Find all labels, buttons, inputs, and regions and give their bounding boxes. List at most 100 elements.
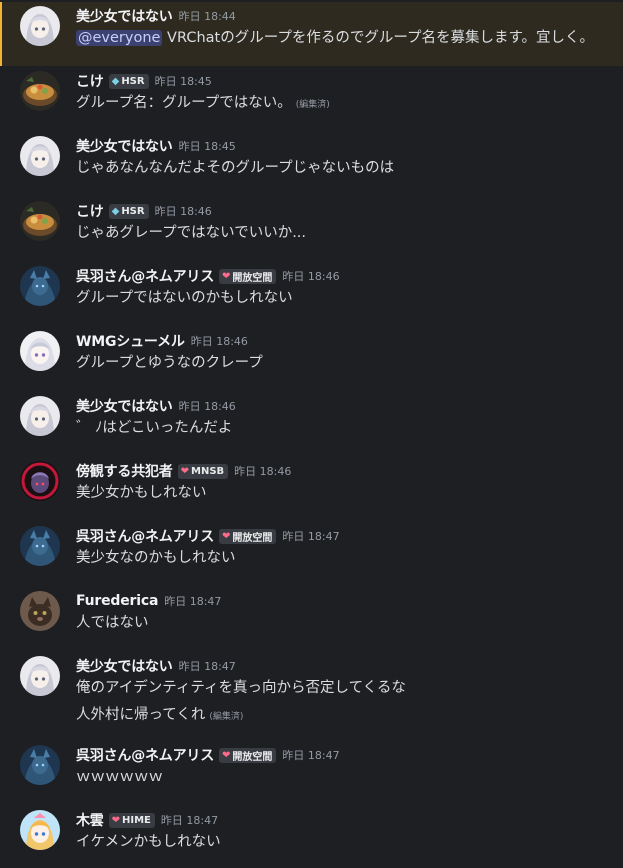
server-tag-badge[interactable]: ❤ 開放空間 [219, 528, 277, 544]
message-header: 美少女ではない 昨日 18:47 [76, 655, 236, 677]
message-text: @everyone VRChatのグループを作るのでグループ名を募集します。宜し… [76, 30, 595, 46]
avatar-food-bowl[interactable] [20, 71, 60, 111]
username[interactable]: 美少女ではない [76, 136, 173, 156]
chat-message-list[interactable]: 美少女ではない 昨日 18:44 @everyone VRChatのグループを作るの… [0, 0, 623, 868]
chat-message[interactable]: 美少女ではない 昨日 18:45 じゃあなんなんだよそのグループじゃないものは [0, 132, 623, 196]
username[interactable]: 木雲 [76, 810, 104, 830]
timestamp[interactable]: 昨日 18:47 [282, 528, 339, 544]
heart-icon: ❤ [111, 814, 120, 826]
avatar-blue-creature[interactable] [20, 745, 60, 785]
server-tag-badge[interactable]: ◆ HSR [108, 203, 149, 219]
username[interactable]: 美少女ではない [76, 396, 173, 416]
message-header: こけ ◆ HSR 昨日 18:45 [76, 70, 212, 92]
avatar-blonde-girl[interactable] [20, 810, 60, 850]
username[interactable]: こけ [76, 201, 104, 221]
timestamp[interactable]: 昨日 18:46 [234, 463, 291, 479]
timestamp[interactable]: 昨日 18:47 [282, 747, 339, 763]
avatar-blue-creature[interactable] [20, 526, 60, 566]
avatar-blue-creature[interactable] [20, 266, 60, 306]
message-text: 人外村に帰ってくれ (編集済) [76, 707, 244, 723]
username[interactable]: こけ [76, 71, 104, 91]
chat-message[interactable]: こけ ◆ HSR 昨日 18:46 じゃあグレープではないでいいか... [0, 197, 623, 261]
edited-label: (編集済) [209, 712, 244, 722]
username[interactable]: 美少女ではない [76, 656, 173, 676]
timestamp[interactable]: 昨日 18:46 [155, 203, 212, 219]
username[interactable]: Furederica [76, 593, 158, 609]
chat-message[interactable]: 傍観する共犯者 ❤ MNSB 昨日 18:46 美少女かもしれない [0, 457, 623, 521]
timestamp[interactable]: 昨日 18:46 [282, 268, 339, 284]
server-tag-label: HSR [121, 205, 145, 217]
message-text: ゛ ﾉはどこいったんだよ [76, 420, 233, 436]
chat-message[interactable]: 呉羽さん@ネムアリス ❤ 開放空間 昨日 18:46 グループではないのかもしれない [0, 262, 623, 326]
avatar-food-bowl[interactable] [20, 201, 60, 241]
avatar-silver-hair-girl[interactable] [20, 6, 60, 46]
message-header: Furederica 昨日 18:47 [76, 590, 221, 612]
heart-icon: ❤ [222, 749, 231, 761]
message-header: 傍観する共犯者 ❤ MNSB 昨日 18:46 [76, 460, 291, 482]
heart-icon: ❤ [222, 530, 231, 542]
chat-message[interactable]: 木雲 ❤ HIME 昨日 18:47 イケメンかもしれない [0, 806, 623, 868]
timestamp[interactable]: 昨日 18:46 [191, 333, 248, 349]
timestamp[interactable]: 昨日 18:47 [164, 593, 221, 609]
username[interactable]: 美少女ではない [76, 6, 173, 26]
message-text: 美少女なのかもしれない [76, 550, 236, 566]
message-text: じゃあグレープではないでいいか... [76, 225, 307, 241]
message-text: 人ではない [76, 615, 149, 631]
message-text: 美少女かもしれない [76, 485, 207, 501]
message-text: グループ名：グループではない。 (編集済) [76, 95, 330, 111]
timestamp[interactable]: 昨日 18:44 [179, 8, 236, 24]
username[interactable]: WMGシューメル [76, 331, 185, 351]
avatar-cat-photo[interactable] [20, 591, 60, 631]
username[interactable]: 傍観する共犯者 [76, 461, 173, 481]
edited-label: (編集済) [295, 100, 330, 110]
server-tag-badge[interactable]: ❤ MNSB [177, 463, 229, 479]
chat-message[interactable]: 美少女ではない 昨日 18:47 俺のアイデンティティを真っ向から否定してくるな 人外… [0, 652, 623, 723]
timestamp[interactable]: 昨日 18:45 [179, 138, 236, 154]
message-text: ｗｗｗｗｗｗ [76, 769, 163, 785]
server-tag-label: 開放空間 [232, 532, 273, 544]
heart-icon: ❤ [180, 465, 189, 477]
chat-message[interactable]: 呉羽さん@ネムアリス ❤ 開放空間 昨日 18:47 ｗｗｗｗｗｗ [0, 741, 623, 805]
server-tag-label: 開放空間 [232, 272, 273, 284]
message-header: 呉羽さん@ネムアリス ❤ 開放空間 昨日 18:47 [76, 744, 340, 766]
chat-message[interactable]: 美少女ではない 昨日 18:44 @everyone VRChatのグループを作るの… [0, 2, 623, 66]
server-tag-label: HIME [122, 814, 151, 826]
server-tag-label: MNSB [191, 465, 225, 477]
avatar-red-ring-character[interactable] [20, 461, 60, 501]
avatar-silver-hair-girl[interactable] [20, 656, 60, 696]
message-header: 美少女ではない 昨日 18:44 [76, 5, 236, 27]
message-header: 木雲 ❤ HIME 昨日 18:47 [76, 809, 218, 831]
message-header: こけ ◆ HSR 昨日 18:46 [76, 200, 212, 222]
message-text: グループとゆうなのクレープ [76, 355, 263, 371]
server-tag-label: 開放空間 [232, 751, 273, 763]
message-text: グループではないのかもしれない [76, 290, 293, 306]
username[interactable]: 呉羽さん@ネムアリス [76, 745, 214, 765]
timestamp[interactable]: 昨日 18:47 [161, 812, 218, 828]
avatar-silver-hair-girl[interactable] [20, 396, 60, 436]
username[interactable]: 呉羽さん@ネムアリス [76, 266, 214, 286]
avatar-white-hair-girl[interactable] [20, 331, 60, 371]
chat-message[interactable]: WMGシューメル 昨日 18:46 グループとゆうなのクレープ [0, 327, 623, 391]
message-text: じゃあなんなんだよそのグループじゃないものは [76, 160, 395, 176]
mention-everyone[interactable]: @everyone [76, 30, 163, 46]
timestamp[interactable]: 昨日 18:46 [179, 398, 236, 414]
message-header: 美少女ではない 昨日 18:45 [76, 135, 236, 157]
timestamp[interactable]: 昨日 18:47 [179, 658, 236, 674]
server-tag-badge[interactable]: ◆ HSR [108, 73, 149, 89]
message-text: イケメンかもしれない [76, 834, 221, 850]
server-tag-badge[interactable]: ❤ HIME [108, 812, 155, 828]
username[interactable]: 呉羽さん@ネムアリス [76, 526, 214, 546]
message-header: 呉羽さん@ネムアリス ❤ 開放空間 昨日 18:46 [76, 265, 340, 287]
server-tag-badge[interactable]: ❤ 開放空間 [219, 747, 277, 763]
heart-icon: ❤ [222, 270, 231, 282]
chat-message[interactable]: 美少女ではない 昨日 18:46 ゛ ﾉはどこいったんだよ [0, 392, 623, 456]
avatar-silver-hair-girl[interactable] [20, 136, 60, 176]
chat-message[interactable]: こけ ◆ HSR 昨日 18:45 グループ名：グループではない。 (編集済) [0, 67, 623, 131]
server-tag-label: HSR [121, 75, 145, 87]
message-header: 美少女ではない 昨日 18:46 [76, 395, 236, 417]
chat-message[interactable]: 呉羽さん@ネムアリス ❤ 開放空間 昨日 18:47 美少女なのかもしれない [0, 522, 623, 586]
timestamp[interactable]: 昨日 18:45 [155, 73, 212, 89]
message-header: 呉羽さん@ネムアリス ❤ 開放空間 昨日 18:47 [76, 525, 340, 547]
server-tag-badge[interactable]: ❤ 開放空間 [219, 268, 277, 284]
chat-message[interactable]: Furederica 昨日 18:47 人ではない [0, 587, 623, 651]
